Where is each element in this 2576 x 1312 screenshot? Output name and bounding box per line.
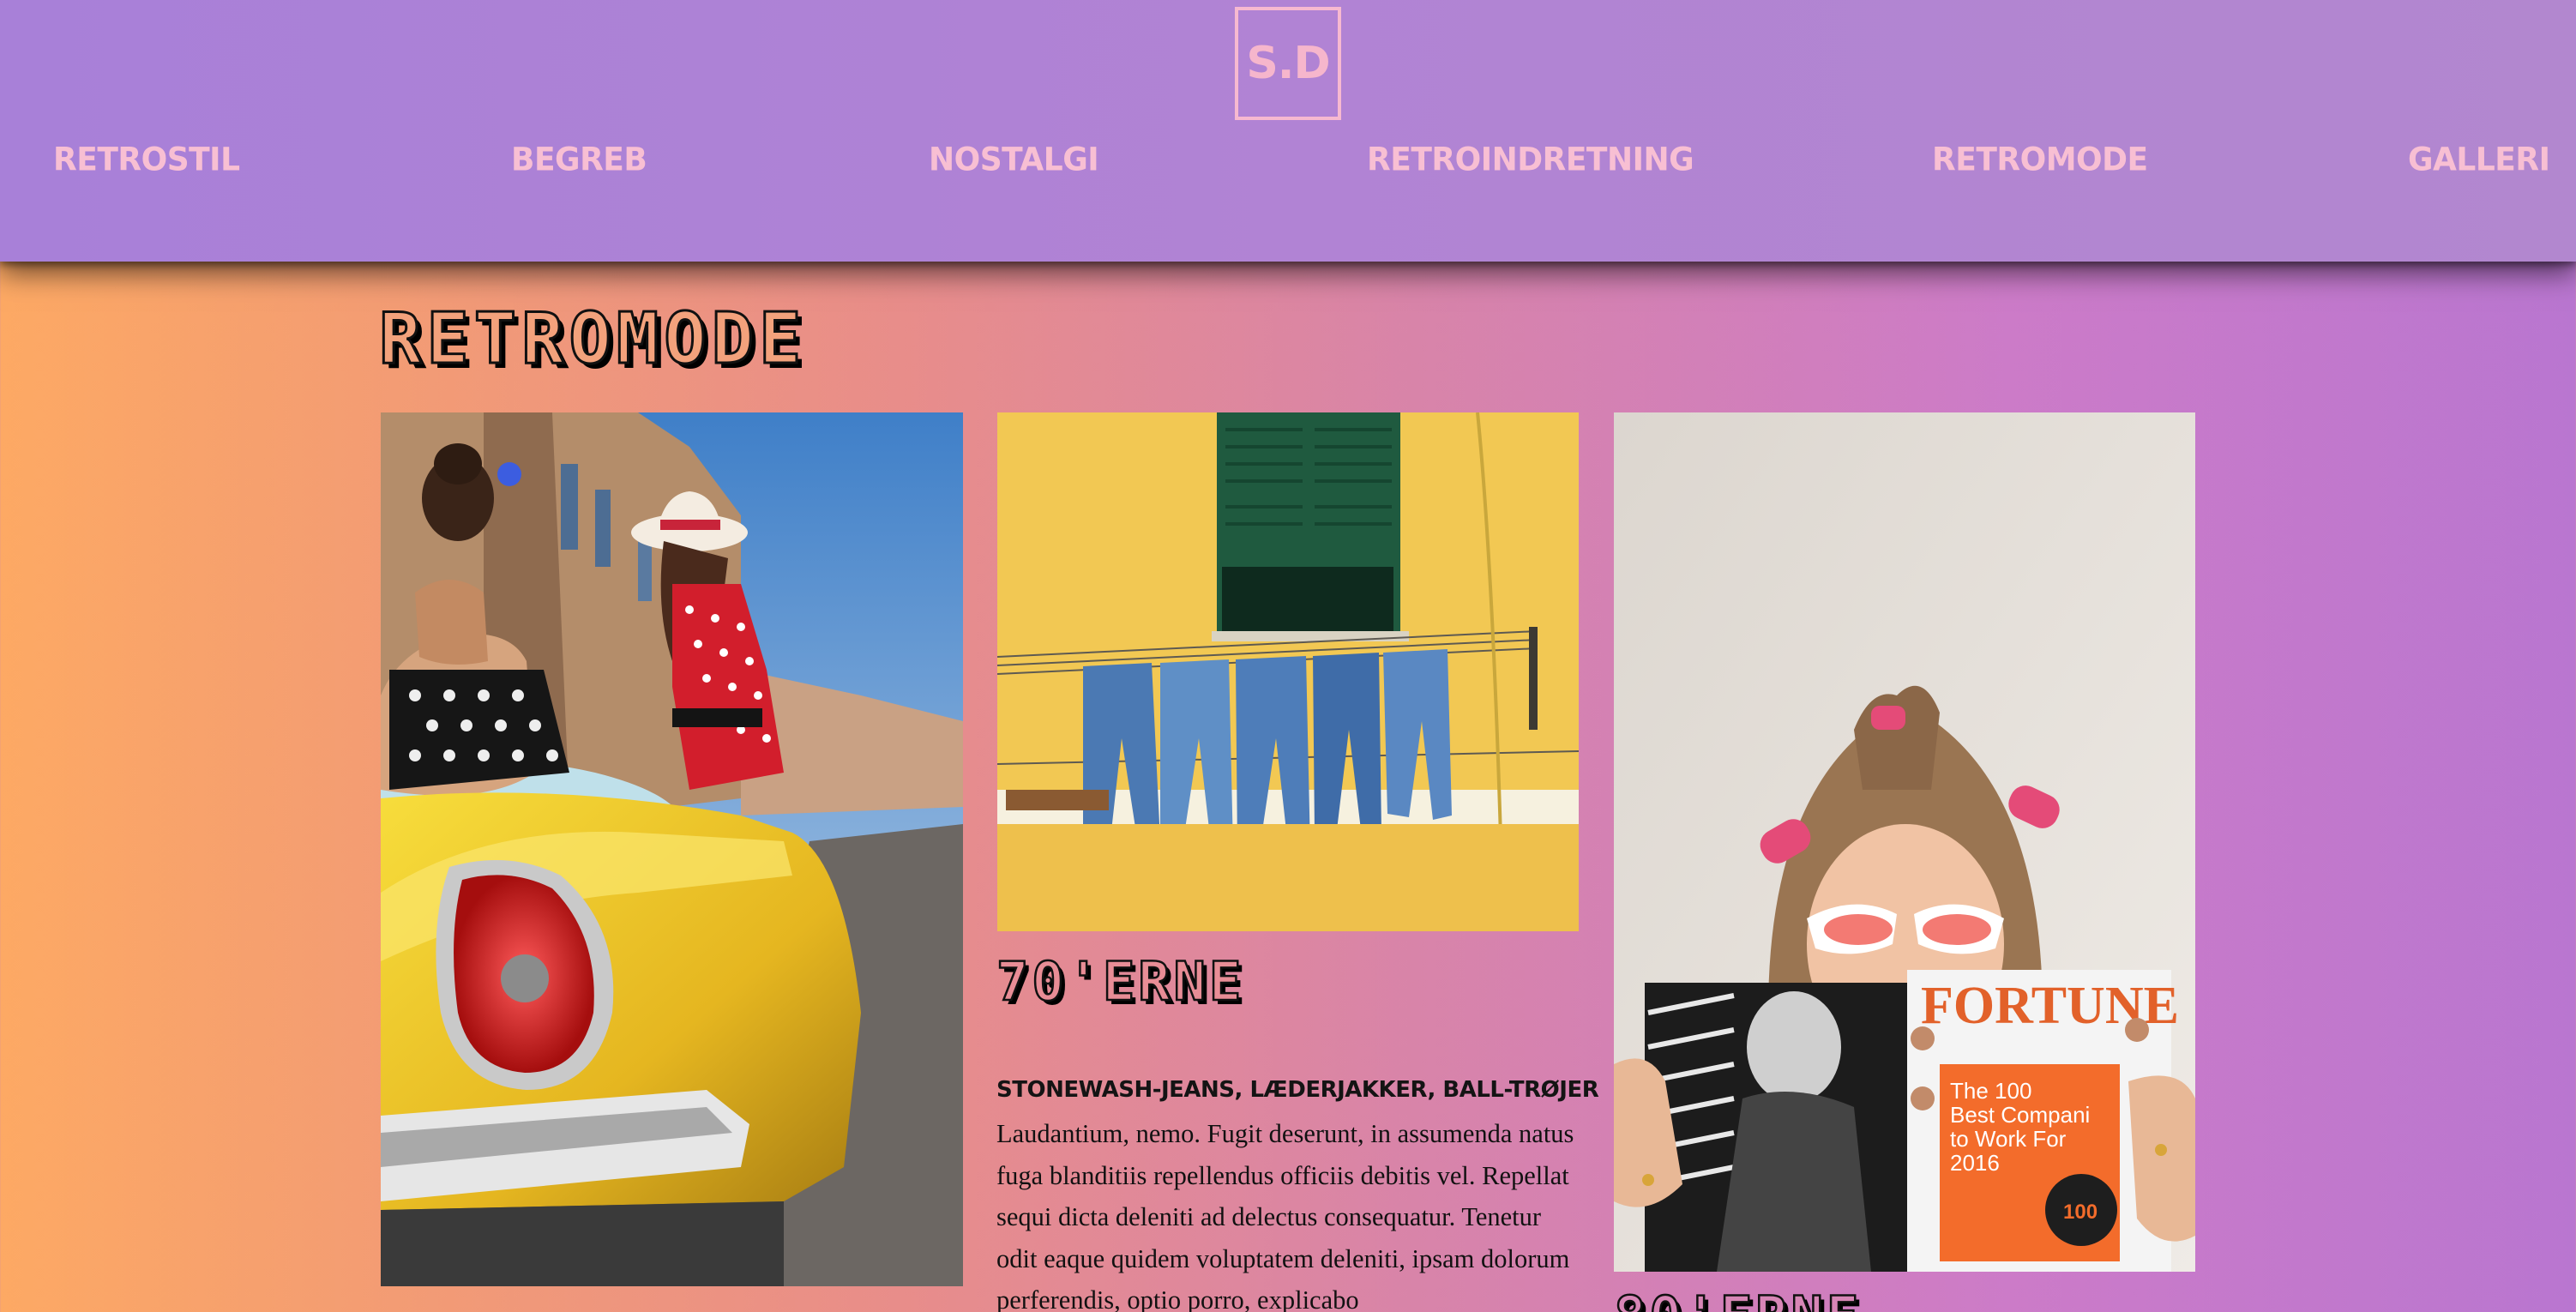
nav-item-galleri[interactable]: GALLERI — [2408, 141, 2550, 187]
section-kicker: STONEWASH-JEANS, LÆDERJAKKER, BALL-TRØJE… — [996, 1077, 1599, 1103]
magazine-headline-1: The 100 — [1950, 1078, 2031, 1104]
vintage-car-women-photo — [381, 412, 963, 1286]
woman-reading-magazine-photo: FORTUNE The 100 Best Compani to Work For… — [1614, 412, 2195, 1272]
nav-item-retroindretning[interactable]: RETROINDRETNING — [1367, 141, 1694, 187]
nav-item-retromode[interactable]: RETROMODE — [1932, 141, 2148, 187]
section-heading-80s: 80'ERNE — [1613, 1284, 1862, 1312]
nav-item-retrostil[interactable]: RETROSTIL — [53, 141, 240, 187]
section-body-text: Laudantium, nemo. Fugit deserunt, in ass… — [996, 1119, 1574, 1312]
jeans-clothesline-photo — [997, 412, 1579, 931]
nav-item-nostalgi[interactable]: NOSTALGI — [929, 141, 1099, 187]
page-title: RETROMODE — [377, 298, 807, 382]
magazine-headline-3: to Work For — [1950, 1126, 2067, 1152]
section-heading-70s: 70'ERNE — [996, 949, 1245, 1014]
magazine-headline-2: Best Compani — [1950, 1102, 2090, 1128]
magazine-year: 2016 — [1950, 1150, 2000, 1176]
site-header: S.D RETROSTIL BEGREB NOSTALGI RETROINDRE… — [0, 0, 2576, 262]
nav-item-begreb[interactable]: BEGREB — [511, 141, 647, 187]
logo[interactable]: S.D — [1235, 7, 1341, 120]
magazine-badge: 100 — [2063, 1201, 2098, 1224]
